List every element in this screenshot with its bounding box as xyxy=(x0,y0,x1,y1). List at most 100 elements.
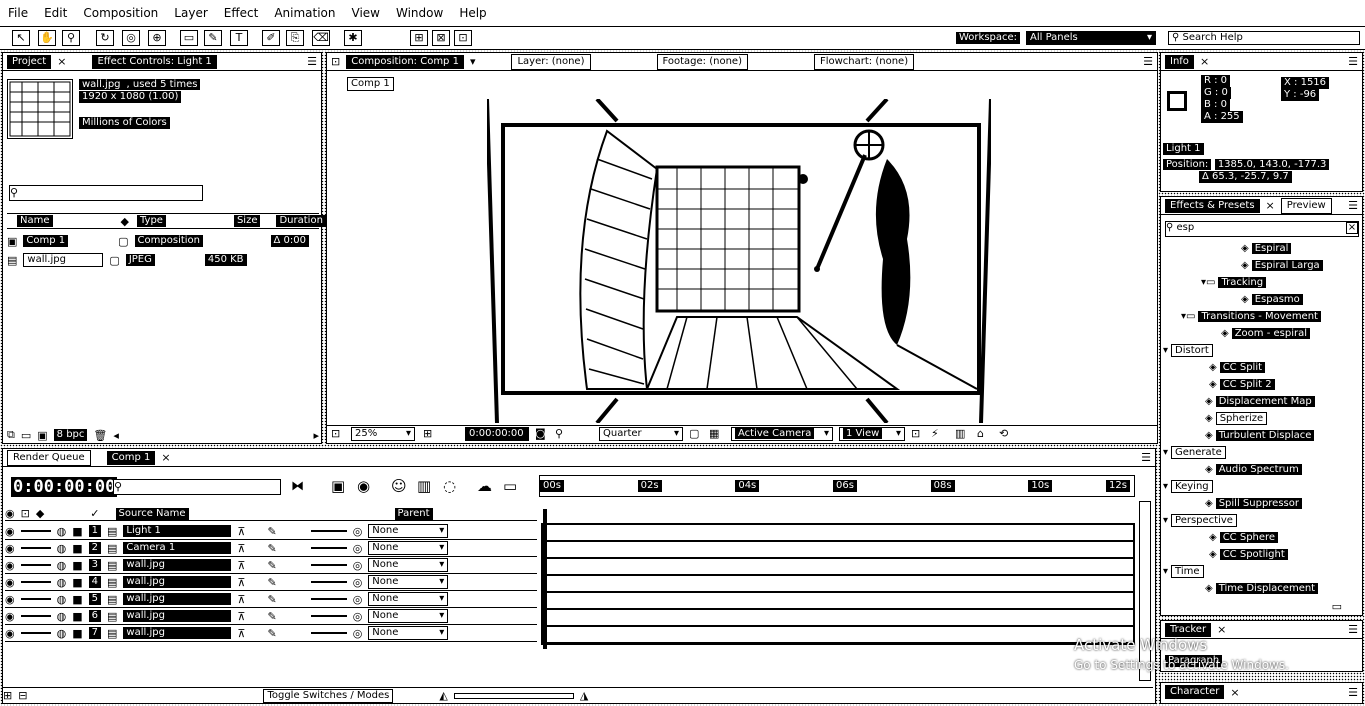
panel-menu-icon[interactable]: ☰ xyxy=(307,55,317,68)
fast-previews-icon[interactable]: ⚡ xyxy=(931,427,939,440)
region-of-interest-icon[interactable]: ▢ xyxy=(689,427,699,440)
parent-select[interactable]: None ▾ xyxy=(368,626,449,640)
shy-switch-icon[interactable]: ⊼ xyxy=(237,525,245,538)
axis-view-icon[interactable]: ⊡ xyxy=(454,30,472,46)
zoom-out-icon[interactable]: ◭ xyxy=(439,689,447,702)
new-folder-icon[interactable]: ▭ xyxy=(21,429,31,442)
effect-item[interactable]: ◈ Espasmo xyxy=(1161,292,1361,309)
workspace-select[interactable]: All Panels ▾ xyxy=(1026,31,1156,45)
col-size[interactable]: Size xyxy=(233,215,261,227)
menu-layer[interactable]: Layer xyxy=(174,6,207,20)
exposure-icon[interactable]: ⟲ xyxy=(999,427,1008,440)
interpret-footage-icon[interactable]: ⧉ xyxy=(7,428,15,442)
effect-item[interactable]: ◈ Espiral xyxy=(1161,241,1361,258)
time-ruler[interactable]: 00s 02s 04s 06s 08s 10s 12s xyxy=(539,475,1135,497)
effect-category[interactable]: ▾ Keying xyxy=(1161,479,1361,496)
clone-stamp-icon[interactable]: ⎘ xyxy=(286,30,304,46)
tab-footage[interactable]: Footage: (none) xyxy=(656,53,748,70)
effect-category[interactable]: ▾ Time xyxy=(1161,564,1361,581)
camera-orbit-icon[interactable]: ◎ xyxy=(122,30,140,46)
tab-tracker[interactable]: Tracker xyxy=(1165,622,1212,637)
menu-view[interactable]: View xyxy=(352,6,380,20)
project-item-row[interactable]: ▣ Comp 1 ▢ Composition Δ 0:00 xyxy=(7,233,319,249)
effect-item[interactable]: ◈ Zoom - espiral xyxy=(1161,326,1361,343)
close-icon[interactable]: × xyxy=(1200,55,1209,68)
live-update-icon[interactable]: ▣ xyxy=(331,477,345,495)
magnification-select[interactable]: 25% ▾ xyxy=(351,427,415,441)
tab-info[interactable]: Info xyxy=(1165,54,1194,69)
track-area[interactable] xyxy=(541,523,1135,645)
layer-row[interactable]: ◉ ◍ ■ 5 ▤ wall.jpg ⊼ ✎ ◎ None ▾ xyxy=(5,591,537,608)
tab-preview[interactable]: Preview xyxy=(1280,197,1332,214)
rotate-tool-icon[interactable]: ↻ xyxy=(96,30,114,46)
toggle-switches-modes-button[interactable]: Toggle Switches / Modes xyxy=(263,688,394,703)
parent-select[interactable]: None ▾ xyxy=(368,575,449,589)
effect-category[interactable]: ▾ Distort xyxy=(1161,343,1361,360)
solo-icon[interactable]: ◍ xyxy=(57,542,67,555)
lock-icon[interactable]: ⊡ xyxy=(331,55,340,68)
current-time-indicator[interactable] xyxy=(543,509,547,649)
col-duration[interactable]: Duration xyxy=(276,215,326,227)
axis-local-icon[interactable]: ⊞ xyxy=(410,30,428,46)
effect-item[interactable]: ◈ Time Displacement xyxy=(1161,581,1361,598)
menu-help[interactable]: Help xyxy=(459,6,486,20)
label-swatch[interactable]: ■ xyxy=(72,559,82,572)
view-layout-select[interactable]: 1 View ▾ xyxy=(839,427,905,441)
tab-composition[interactable]: Composition: Comp 1 xyxy=(346,54,464,69)
close-icon[interactable]: × xyxy=(57,55,66,68)
always-preview-icon[interactable]: ⊡ xyxy=(331,427,340,440)
eraser-tool-icon[interactable]: ⌫ xyxy=(312,30,330,46)
effect-item[interactable]: ◈ Audio Spectrum xyxy=(1161,462,1361,479)
transparency-grid-icon[interactable]: ▦ xyxy=(709,427,719,440)
panel-menu-icon[interactable]: ☰ xyxy=(1348,199,1358,212)
camera-view-select[interactable]: Active Camera ▾ xyxy=(731,427,833,441)
pan-behind-icon[interactable]: ⊕ xyxy=(148,30,166,46)
pen-tool-icon[interactable]: ✎ xyxy=(204,30,222,46)
shy-switch-icon[interactable]: ⊼ xyxy=(237,627,245,640)
layer-track-bar[interactable] xyxy=(543,627,1133,644)
panel-menu-icon[interactable]: ☰ xyxy=(1348,686,1358,699)
label-swatch[interactable]: ■ xyxy=(72,542,82,555)
layer-track-bar[interactable] xyxy=(543,525,1133,542)
parent-pick-whip-icon[interactable]: ◎ xyxy=(353,559,363,572)
solo-icon[interactable]: ◍ xyxy=(57,610,67,623)
parent-pick-whip-icon[interactable]: ◎ xyxy=(353,593,363,606)
shy-layers-icon[interactable]: ☺ xyxy=(391,477,407,495)
motion-blur-icon[interactable]: ◌ xyxy=(443,477,456,495)
effects-switch-icon[interactable]: ✎ xyxy=(267,559,276,572)
parent-pick-whip-icon[interactable]: ◎ xyxy=(353,525,363,538)
menu-animation[interactable]: Animation xyxy=(274,6,335,20)
tab-flowchart[interactable]: Flowchart: (none) xyxy=(813,53,915,70)
layer-row[interactable]: ◉ ◍ ■ 3 ▤ wall.jpg ⊼ ✎ ◎ None ▾ xyxy=(5,557,537,574)
parent-pick-whip-icon[interactable]: ◎ xyxy=(353,542,363,555)
bpc-indicator[interactable]: 8 bpc xyxy=(53,429,88,441)
frame-blending-icon[interactable]: ▥ xyxy=(417,477,431,495)
timeline-current-time[interactable]: 0:00:00:00 xyxy=(11,477,118,497)
menu-file[interactable]: File xyxy=(8,6,28,20)
effects-switch-icon[interactable]: ✎ xyxy=(267,525,276,538)
expand-layer-switches-icon[interactable]: ⊞ xyxy=(3,689,12,702)
type-tool-icon[interactable]: T xyxy=(230,30,248,46)
composition-mini-flowchart-icon[interactable]: ⧓ xyxy=(291,479,304,494)
shy-switch-icon[interactable]: ⊼ xyxy=(237,559,245,572)
tab-comp[interactable]: Comp 1 xyxy=(106,450,156,465)
effects-switch-icon[interactable]: ✎ xyxy=(267,627,276,640)
current-time-display[interactable]: 0:00:00:00 xyxy=(465,427,529,441)
tab-effects-presets[interactable]: Effects & Presets xyxy=(1165,198,1260,213)
timeline-icon[interactable]: ▥ xyxy=(955,427,965,440)
timeline-scrollbar[interactable] xyxy=(1139,501,1151,681)
effect-category[interactable]: ▾ Perspective xyxy=(1161,513,1361,530)
parent-select[interactable]: None ▾ xyxy=(368,524,449,538)
close-icon[interactable]: × xyxy=(1266,199,1275,212)
label-swatch[interactable]: ■ xyxy=(72,576,82,589)
eye-icon[interactable]: ◉ xyxy=(5,559,15,572)
menu-edit[interactable]: Edit xyxy=(44,6,67,20)
parent-select[interactable]: None ▾ xyxy=(368,609,449,623)
draft-3d-icon[interactable]: ◉ xyxy=(357,477,370,495)
label-swatch[interactable]: ■ xyxy=(72,627,82,640)
close-icon[interactable]: × xyxy=(1217,623,1226,636)
parent-select[interactable]: None ▾ xyxy=(368,592,449,606)
shy-switch-icon[interactable]: ⊼ xyxy=(237,576,245,589)
graph-editor-icon[interactable]: ▭ xyxy=(503,477,517,495)
axis-world-icon[interactable]: ⊠ xyxy=(432,30,450,46)
